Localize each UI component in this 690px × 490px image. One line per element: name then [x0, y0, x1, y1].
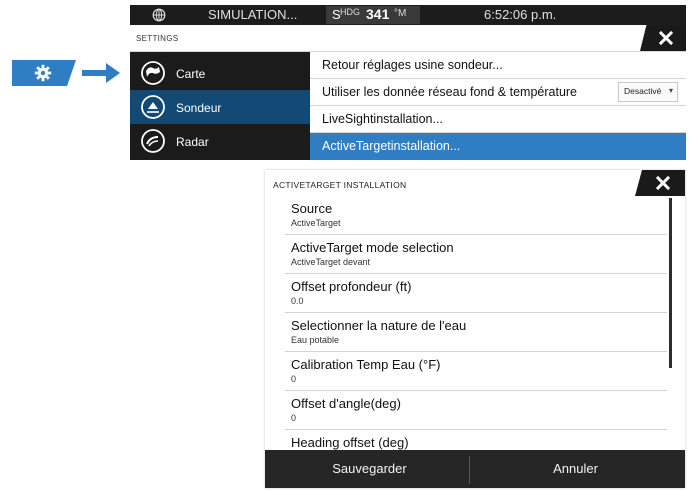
setting-source[interactable]: Source ActiveTarget — [285, 196, 667, 235]
dialog-footer: Sauvegarder Annuler — [265, 450, 685, 488]
dialog-scrollbar[interactable] — [669, 198, 672, 368]
setting-label: Offset d'angle(deg) — [291, 396, 401, 411]
sidebar-item-carte[interactable]: Carte — [130, 56, 310, 90]
sidebar-item-label: Carte — [176, 67, 206, 81]
network-data-dropdown[interactable]: Desactivé ▾ — [618, 82, 678, 102]
settings-title: SETTINGS — [136, 34, 179, 43]
sonar-icon — [141, 95, 165, 119]
setting-mode-selection[interactable]: ActiveTarget mode selection ActiveTarget… — [285, 235, 667, 274]
settings-gear-tab[interactable] — [12, 60, 76, 86]
option-label: ActiveTargetinstallation... — [322, 139, 461, 153]
option-activetarget-installation[interactable]: ActiveTargetinstallation... — [310, 133, 686, 160]
dialog-title: ACTIVETARGET INSTALLATION — [273, 180, 407, 190]
setting-label: Heading offset (deg) — [291, 435, 409, 450]
setting-angle-offset[interactable]: Offset d'angle(deg) 0 — [285, 391, 667, 430]
setting-value: 0.0 — [291, 296, 304, 306]
option-label: Retour réglages usine sondeur... — [322, 58, 503, 72]
setting-water-type[interactable]: Selectionner la nature de l'eau Eau pota… — [285, 313, 667, 352]
chevron-down-icon: ▾ — [668, 86, 673, 95]
save-button[interactable]: Sauvegarder — [265, 450, 474, 488]
setting-value: ActiveTarget devant — [291, 257, 371, 267]
chart-icon — [141, 61, 165, 85]
settings-sidebar: Carte Sondeur Radar — [130, 52, 310, 160]
setting-value: 0 — [291, 374, 297, 384]
sidebar-item-sondeur[interactable]: Sondeur — [130, 90, 310, 124]
setting-value: Eau potable — [291, 335, 340, 345]
setting-label: Source — [291, 201, 333, 216]
activetarget-installation-dialog: ACTIVETARGET INSTALLATION Source ActiveT… — [265, 170, 685, 488]
sidebar-item-radar[interactable]: Radar — [130, 124, 310, 158]
setting-depth-offset[interactable]: Offset profondeur (ft) 0.0 — [285, 274, 667, 313]
footer-divider — [469, 456, 470, 484]
dropdown-value: Desactivé — [624, 86, 662, 96]
heading-readout: S HDG 341 °M — [326, 6, 420, 24]
settings-header: SETTINGS — [130, 25, 686, 52]
clock-time: 6:52:06 p.m. — [484, 7, 557, 22]
dialog-settings-list: Source ActiveTarget ActiveTarget mode se… — [285, 196, 667, 450]
cancel-button[interactable]: Annuler — [471, 450, 680, 488]
globe-icon — [152, 8, 166, 22]
setting-value: 0 — [291, 413, 297, 423]
heading-unit: °M — [394, 8, 407, 19]
option-factory-reset[interactable]: Retour réglages usine sondeur... — [310, 52, 686, 79]
simulation-status: SIMULATION... — [208, 7, 298, 22]
close-icon — [656, 176, 670, 190]
cancel-button-label: Annuler — [553, 461, 598, 476]
sidebar-item-label: Radar — [176, 135, 209, 149]
option-label: Utiliser les donnée réseau fond & tempér… — [322, 85, 578, 99]
status-bar: SIMULATION... S HDG 341 °M 6:52:06 p.m. — [130, 5, 686, 25]
setting-label: Selectionner la nature de l'eau — [291, 318, 467, 333]
sidebar-item-label: Sondeur — [176, 101, 222, 115]
option-livesight-installation[interactable]: LiveSightinstallation... — [310, 106, 686, 133]
gear-icon — [34, 64, 52, 82]
heading-label: HDG — [340, 7, 360, 17]
heading-value: 341 — [366, 6, 390, 22]
settings-close-button[interactable] — [640, 25, 686, 51]
arrow-right-icon — [82, 63, 120, 83]
dialog-close-button[interactable] — [635, 170, 685, 196]
settings-window: SIMULATION... S HDG 341 °M 6:52:06 p.m. … — [130, 5, 686, 160]
setting-water-temp-calibration[interactable]: Calibration Temp Eau (°F) 0 — [285, 352, 667, 391]
setting-label: Offset profondeur (ft) — [291, 279, 412, 294]
setting-label: ActiveTarget mode selection — [291, 240, 454, 255]
setting-value: ActiveTarget — [291, 218, 341, 228]
close-icon — [659, 31, 673, 45]
setting-heading-offset[interactable]: Heading offset (deg) — [285, 430, 667, 450]
save-button-label: Sauvegarder — [332, 461, 407, 476]
option-network-depth-temp[interactable]: Utiliser les donnée réseau fond & tempér… — [310, 79, 686, 106]
setting-label: Calibration Temp Eau (°F) — [291, 357, 441, 372]
radar-icon — [141, 129, 165, 153]
option-label: LiveSightinstallation... — [322, 112, 443, 126]
